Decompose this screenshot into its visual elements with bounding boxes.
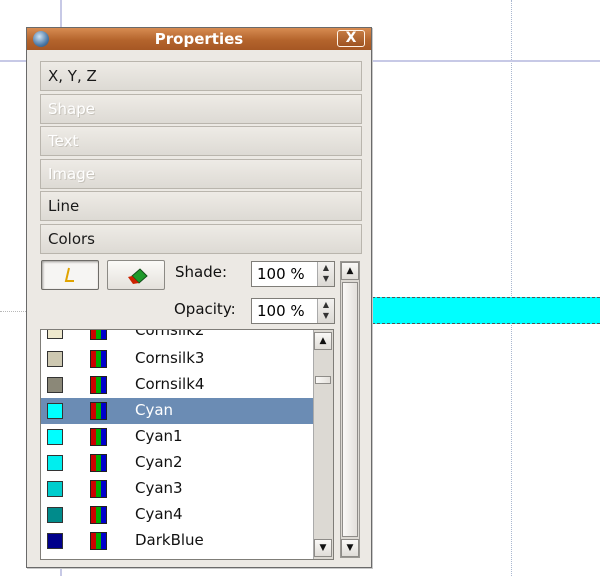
color-list-scroll-thumb[interactable]	[315, 376, 331, 384]
panel-scroll-up-button[interactable]: ▲	[341, 262, 359, 280]
opacity-spinbox[interactable]: 100 % ▲ ▼	[251, 298, 335, 324]
color-row-cornsilk4[interactable]: Cornsilk4	[41, 372, 313, 398]
color-row-cyan4[interactable]: Cyan4	[41, 502, 313, 528]
section-shape: Shape	[40, 94, 362, 124]
properties-dialog: Properties X X, Y, Z Shape Text Image Li…	[26, 27, 372, 568]
color-swatch	[47, 481, 63, 497]
section-line[interactable]: Line	[40, 191, 362, 221]
section-colors[interactable]: Colors	[40, 224, 362, 254]
canvas-guide-vertical-right	[511, 0, 512, 576]
color-name: Cornsilk3	[135, 349, 205, 367]
panel-scrollbar[interactable]: ▲ ▼	[340, 261, 360, 558]
color-list[interactable]: Cornsilk2 Cornsilk3 Cornsilk4 Cyan Cyan1…	[40, 329, 334, 560]
shade-value: 100 %	[257, 265, 305, 283]
section-line-label: Line	[48, 197, 80, 215]
opacity-label: Opacity:	[174, 300, 236, 318]
color-name: Cyan4	[135, 505, 183, 523]
stroke-color-button[interactable]	[41, 260, 99, 290]
color-spectrum-icon	[90, 350, 107, 368]
opacity-value: 100 %	[257, 302, 305, 320]
color-swatch	[47, 429, 63, 445]
color-list-scrollbar[interactable]: ▲ ▼	[313, 330, 333, 559]
stroke-color-icon	[64, 267, 74, 282]
color-spectrum-icon	[90, 532, 107, 550]
canvas-guide-dotted	[0, 311, 26, 312]
color-spectrum-icon	[90, 376, 107, 394]
color-list-scroll-up-button[interactable]: ▲	[314, 332, 332, 350]
color-row-cyan[interactable]: Cyan	[41, 398, 313, 424]
color-spectrum-icon	[90, 330, 107, 340]
color-row-cornsilk3[interactable]: Cornsilk3	[41, 346, 313, 372]
color-spectrum-icon	[90, 428, 107, 446]
color-row-cornsilk2[interactable]: Cornsilk2	[41, 329, 313, 344]
color-name: Cyan3	[135, 479, 183, 497]
fill-color-icon	[128, 268, 148, 284]
color-name: Cyan1	[135, 427, 183, 445]
dialog-title: Properties	[154, 30, 244, 48]
color-row-cyan1[interactable]: Cyan1	[41, 424, 313, 450]
color-name: Cornsilk2	[135, 329, 205, 339]
color-swatch	[47, 455, 63, 471]
section-image: Image	[40, 159, 362, 189]
color-spectrum-icon	[90, 402, 107, 420]
color-spectrum-icon	[90, 506, 107, 524]
section-colors-label: Colors	[48, 230, 95, 248]
section-image-label: Image	[48, 165, 95, 183]
close-button[interactable]: X	[337, 30, 365, 47]
section-xyz-label: X, Y, Z	[48, 67, 97, 85]
color-row-darkblue[interactable]: DarkBlue	[41, 528, 313, 554]
section-shape-label: Shape	[48, 100, 95, 118]
title-bar[interactable]: Properties X	[27, 28, 371, 50]
color-row-cyan2[interactable]: Cyan2	[41, 450, 313, 476]
color-swatch	[47, 351, 63, 367]
color-spectrum-icon	[90, 454, 107, 472]
color-swatch	[47, 507, 63, 523]
shade-label: Shade:	[175, 263, 228, 281]
color-swatch	[47, 377, 63, 393]
shade-stepper-arrows[interactable]: ▲ ▼	[317, 262, 334, 286]
color-swatch	[47, 330, 63, 339]
color-row-cyan3[interactable]: Cyan3	[41, 476, 313, 502]
panel-scroll-thumb[interactable]	[342, 282, 358, 537]
color-list-scroll-down-button[interactable]: ▼	[314, 539, 332, 557]
opacity-stepper-arrows[interactable]: ▲ ▼	[317, 299, 334, 323]
color-name: Cyan	[135, 401, 174, 419]
section-xyz[interactable]: X, Y, Z	[40, 61, 362, 91]
section-text-label: Text	[48, 132, 79, 150]
color-swatch	[47, 403, 63, 419]
color-name: Cyan2	[135, 453, 183, 471]
color-swatch	[47, 533, 63, 549]
color-name: Cornsilk4	[135, 375, 205, 393]
color-name: DarkBlue	[135, 531, 204, 549]
panel-scroll-down-button[interactable]: ▼	[341, 539, 359, 557]
fill-color-button[interactable]	[107, 260, 165, 290]
section-text: Text	[40, 126, 362, 156]
color-spectrum-icon	[90, 480, 107, 498]
shade-spinbox[interactable]: 100 % ▲ ▼	[251, 261, 335, 287]
canvas-cyan-shape[interactable]	[372, 297, 600, 324]
